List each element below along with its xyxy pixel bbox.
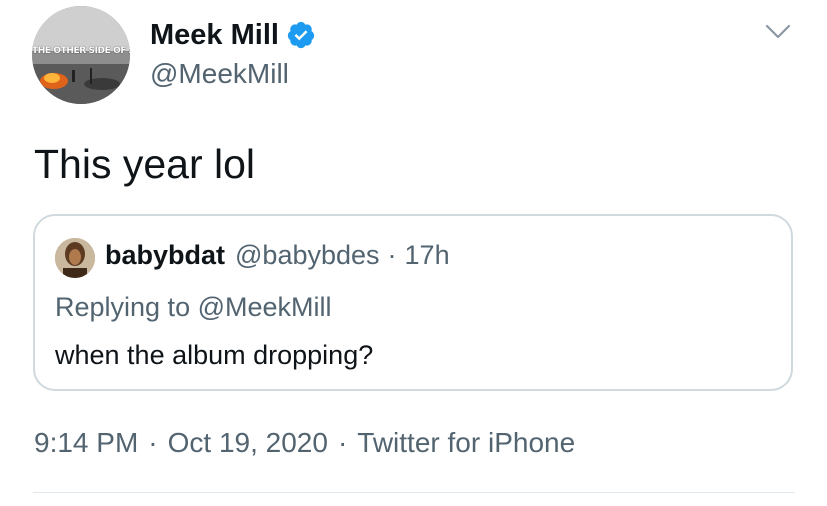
tweet: THE OTHER SIDE OF AMERICA Meek Mill @Mee… (0, 0, 827, 506)
tweet-time[interactable]: 9:14 PM (34, 427, 138, 459)
author-display-name[interactable]: Meek Mill (150, 19, 279, 52)
quoted-author-avatar[interactable] (55, 238, 95, 278)
tweet-source[interactable]: Twitter for iPhone (357, 427, 575, 459)
author-avatar[interactable]: THE OTHER SIDE OF AMERICA (32, 6, 130, 104)
replying-to-label: Replying to @MeekMill (55, 292, 332, 322)
author-name-row: Meek Mill (150, 16, 316, 54)
quoted-avatar-image (55, 238, 95, 278)
author-handle[interactable]: @MeekMill (150, 58, 289, 90)
tweet-meta: 9:14 PM · Oct 19, 2020 · Twitter for iPh… (34, 427, 575, 459)
verified-badge-icon (286, 20, 316, 50)
quoted-timestamp[interactable]: 17h (405, 240, 450, 271)
avatar-caption: THE OTHER SIDE OF AMERICA (32, 46, 130, 56)
chevron-down-icon[interactable] (764, 22, 792, 42)
tweet-date[interactable]: Oct 19, 2020 (168, 427, 328, 459)
meta-separator: · (148, 427, 158, 458)
quoted-author-name[interactable]: babybdat (105, 240, 225, 271)
quoted-tweet-header: babybdat @babybdes · 17h (105, 240, 450, 271)
quoted-separator: · (387, 240, 397, 270)
quoted-tweet-card[interactable]: babybdat @babybdes · 17h Replying to @Me… (33, 214, 793, 391)
tweet-text: This year lol (34, 141, 256, 187)
meta-separator: · (337, 427, 348, 458)
quoted-author-handle[interactable]: @babybdes (235, 240, 380, 271)
divider (33, 492, 795, 493)
quoted-tweet-text: when the album dropping? (55, 340, 374, 370)
